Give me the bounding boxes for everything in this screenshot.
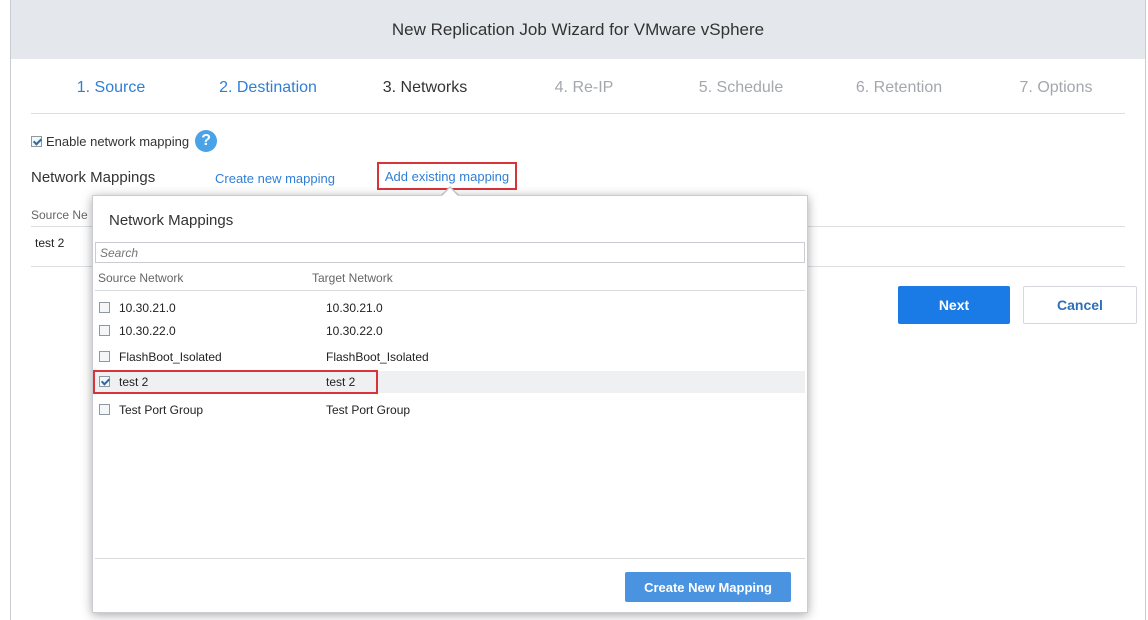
step-schedule: 5. Schedule <box>698 79 784 96</box>
row-checkbox[interactable] <box>99 351 110 362</box>
target-network: 10.30.22.0 <box>326 324 383 338</box>
row-checkbox[interactable] <box>99 302 110 313</box>
list-item[interactable]: Test Port Group Test Port Group <box>95 399 805 421</box>
wizard-title: New Replication Job Wizard for VMware vS… <box>11 0 1145 59</box>
step-destination[interactable]: 2. Destination <box>219 79 317 97</box>
target-network: Test Port Group <box>326 403 411 417</box>
step-options: 7. Options <box>1019 79 1093 96</box>
steps-divider <box>31 113 1125 114</box>
table-row[interactable]: test 2 <box>35 236 64 250</box>
question-icon[interactable]: ? <box>195 130 218 152</box>
network-mappings-popup: Network Mappings Source Network Target N… <box>92 195 808 613</box>
target-network: 10.30.21.0 <box>326 301 383 315</box>
enable-network-mapping[interactable]: Enable network mapping ? <box>31 130 218 152</box>
popup-pointer-fill <box>441 188 459 197</box>
popup-column-headers: Source Network Target Network <box>98 271 393 285</box>
cancel-button[interactable]: Cancel <box>1023 286 1137 324</box>
popup-title: Network Mappings <box>109 212 234 229</box>
step-retention: 6. Retention <box>855 79 943 96</box>
source-network-header: Source Network <box>98 271 184 285</box>
create-new-mapping-button[interactable]: Create New Mapping <box>625 572 791 602</box>
source-network: 10.30.21.0 <box>119 301 176 315</box>
row-checkbox[interactable] <box>99 404 110 415</box>
target-network: FlashBoot_Isolated <box>326 350 429 364</box>
header-divider <box>95 290 805 291</box>
list-item[interactable]: 10.30.22.0 10.30.22.0 <box>95 320 805 342</box>
step-re-ip: 4. Re-IP <box>554 79 614 96</box>
enable-mapping-label: Enable network mapping <box>46 133 190 149</box>
list-item[interactable]: 10.30.21.0 10.30.21.0 <box>95 297 805 319</box>
wizard-steps: 1. Source 2. Destination 3. Networks 4. … <box>11 60 1145 114</box>
source-network-column-header: Source Ne <box>31 208 88 222</box>
next-button[interactable]: Next <box>898 286 1010 324</box>
step-source[interactable]: 1. Source <box>77 79 145 97</box>
source-network: Test Port Group <box>119 403 204 417</box>
source-network: 10.30.22.0 <box>119 324 176 338</box>
footer-divider <box>95 558 805 559</box>
source-network: FlashBoot_Isolated <box>119 350 222 364</box>
selected-row-highlight <box>93 370 378 394</box>
enable-mapping-checkbox[interactable] <box>31 135 42 147</box>
search-input[interactable] <box>95 242 805 263</box>
step-networks[interactable]: 3. Networks <box>383 79 467 97</box>
create-new-mapping-link[interactable]: Create new mapping <box>215 171 335 186</box>
target-network-header: Target Network <box>312 271 393 285</box>
network-mappings-label: Network Mappings <box>31 169 156 186</box>
list-item[interactable]: FlashBoot_Isolated FlashBoot_Isolated <box>95 346 805 368</box>
row-checkbox[interactable] <box>99 325 110 336</box>
